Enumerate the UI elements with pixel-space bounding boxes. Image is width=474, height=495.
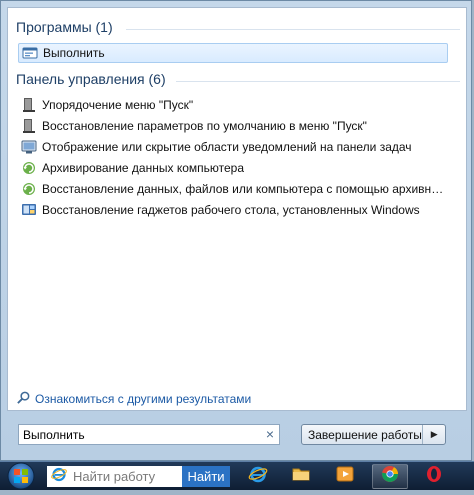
- start-menu-icon: [21, 118, 37, 134]
- result-item-label: Отображение или скрытие области уведомле…: [42, 140, 412, 154]
- search-results-panel: Программы (1) Выполнить Панель управлени…: [7, 7, 467, 411]
- taskbar-search-placeholder: Найти работу: [73, 469, 156, 484]
- result-item-label: Восстановление параметров по умолчанию в…: [42, 119, 367, 133]
- opera-icon: [424, 464, 444, 489]
- result-item-label: Восстановление гаджетов рабочего стола, …: [42, 203, 420, 217]
- result-item-notification-area[interactable]: Отображение или скрытие области уведомле…: [18, 137, 448, 157]
- notification-area-icon: [21, 139, 37, 155]
- shutdown-button-group: Завершение работы ▶: [301, 424, 446, 445]
- chrome-icon: [380, 464, 400, 489]
- taskbar-app-media-player[interactable]: [327, 464, 363, 489]
- taskbar: Найти работу Найти: [0, 461, 474, 490]
- group-title-control-panel: Панель управления (6): [16, 71, 166, 87]
- start-menu: Программы (1) Выполнить Панель управлени…: [0, 0, 472, 461]
- taskbar-app-chrome[interactable]: [372, 464, 408, 489]
- group-title-programs: Программы (1): [16, 19, 113, 35]
- group-divider: [176, 81, 460, 82]
- backup-icon: [21, 160, 37, 176]
- start-search-box[interactable]: ×: [18, 424, 280, 445]
- shutdown-button[interactable]: Завершение работы: [302, 428, 422, 442]
- taskbar-search-field[interactable]: Найти работу: [47, 466, 182, 487]
- result-item-label: Восстановление данных, файлов или компью…: [42, 182, 448, 196]
- result-item-restore-start-menu[interactable]: Восстановление параметров по умолчанию в…: [18, 116, 448, 136]
- result-item-run[interactable]: Выполнить: [18, 43, 448, 63]
- taskbar-app-opera[interactable]: [416, 464, 452, 489]
- result-item-label: Упорядочение меню "Пуск": [42, 98, 194, 112]
- taskbar-app-explorer[interactable]: [283, 464, 319, 489]
- see-more-results-label: Ознакомиться с другими результатами: [35, 392, 252, 406]
- clear-search-icon[interactable]: ×: [266, 427, 274, 441]
- result-item-restore-data[interactable]: Восстановление данных, файлов или компью…: [18, 179, 448, 199]
- shutdown-options-arrow[interactable]: ▶: [422, 425, 445, 444]
- internet-explorer-icon: [51, 466, 67, 487]
- result-item-label: Выполнить: [43, 46, 105, 60]
- result-item-restore-gadgets[interactable]: Восстановление гаджетов рабочего стола, …: [18, 200, 448, 220]
- result-item-arrange-start-menu[interactable]: Упорядочение меню "Пуск": [18, 95, 448, 115]
- backup-icon: [21, 181, 37, 197]
- start-search-input[interactable]: [23, 427, 253, 442]
- group-divider: [126, 29, 460, 30]
- taskbar-find-button[interactable]: Найти: [182, 466, 230, 487]
- start-menu-icon: [21, 97, 37, 113]
- result-item-label: Архивирование данных компьютера: [42, 161, 244, 175]
- gadgets-icon: [21, 202, 37, 218]
- result-item-backup[interactable]: Архивирование данных компьютера: [18, 158, 448, 178]
- search-icon: [16, 390, 35, 408]
- internet-explorer-icon: [248, 464, 268, 489]
- run-icon: [22, 45, 38, 61]
- windows-start-orb-icon[interactable]: [4, 462, 38, 490]
- see-more-results-link[interactable]: Ознакомиться с другими результатами: [16, 390, 251, 408]
- media-player-icon: [335, 464, 355, 489]
- taskbar-app-internet-explorer[interactable]: [240, 464, 276, 489]
- folder-icon: [291, 464, 311, 489]
